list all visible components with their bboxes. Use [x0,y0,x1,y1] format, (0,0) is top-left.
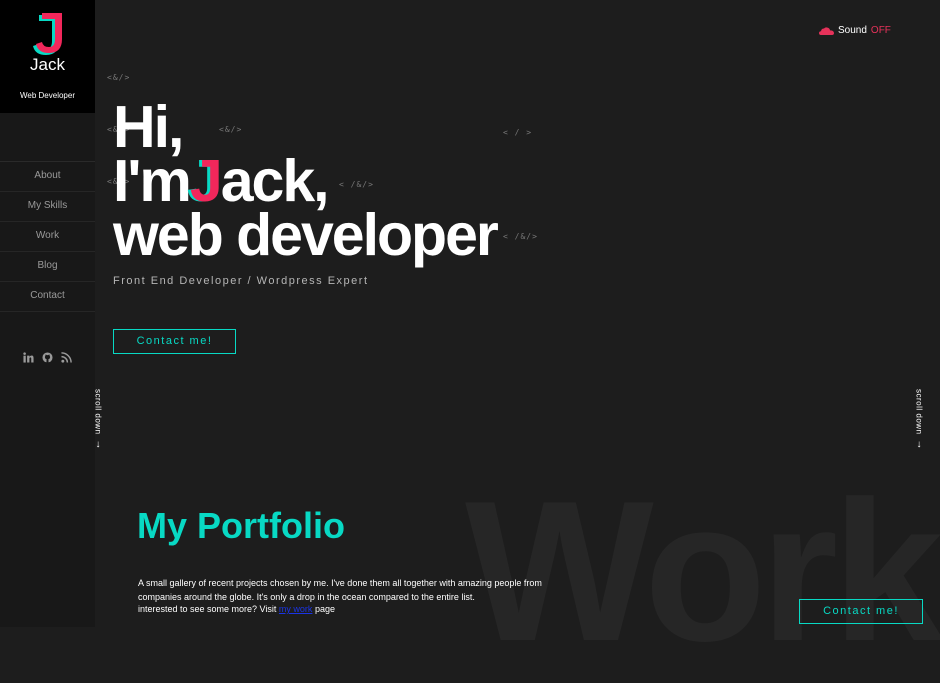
hero-heading-line-3: web developer [113,202,499,268]
portfolio-more-text: interested to see some more? Visit my wo… [138,604,335,614]
nav-item-blog[interactable]: Blog [0,252,95,282]
code-tag: < /&/> [503,232,538,241]
arrow-down-icon: ↓ [95,438,101,450]
code-tag: < /&/> [339,180,374,189]
portfolio-background-word: Work [465,460,940,683]
nav-item-my-skills[interactable]: My Skills [0,192,95,222]
logo-role: Web Developer [20,91,75,100]
scroll-down-left[interactable]: scroll down ↓ [93,389,103,450]
nav-item-contact[interactable]: Contact [0,282,95,312]
code-tag: < / > [503,128,533,137]
scroll-down-right[interactable]: scroll down ↓ [914,389,924,450]
contact-me-button[interactable]: Contact me! [113,329,236,354]
sidebar: Jack Web Developer About My Skills Work … [0,0,95,627]
sound-state: OFF [870,25,891,36]
arrow-down-icon: ↓ [916,438,922,450]
contact-me-button-secondary[interactable]: Contact me! [799,599,923,624]
logo[interactable]: Jack Web Developer [0,0,95,113]
cloud-icon [819,26,834,35]
scroll-down-label: scroll down [93,389,103,435]
portfolio-description: A small gallery of recent projects chose… [138,578,542,602]
scroll-down-label: scroll down [914,389,924,435]
logo-j-icon [33,13,62,55]
nav-item-about[interactable]: About [0,162,95,192]
my-work-link[interactable]: my work [279,604,313,614]
social-links [23,352,72,363]
code-tag: <&/> [107,73,131,82]
github-icon[interactable] [42,352,53,363]
rss-icon[interactable] [61,352,72,363]
nav-item-work[interactable]: Work [0,222,95,252]
more-suffix: page [314,604,335,614]
more-prefix: interested to see some more? Visit [138,604,277,614]
logo-name: Jack [30,55,65,74]
hero-subtitle: Front End Developer / Wordpress Expert [113,275,369,287]
sound-toggle[interactable]: Sound OFF [819,25,891,36]
sound-label: Sound [838,25,867,36]
code-tag: <&/> [219,125,243,134]
portfolio-title: My Portfolio [137,505,345,546]
linkedin-icon[interactable] [23,352,34,363]
sidebar-nav: About My Skills Work Blog Contact [0,161,95,312]
